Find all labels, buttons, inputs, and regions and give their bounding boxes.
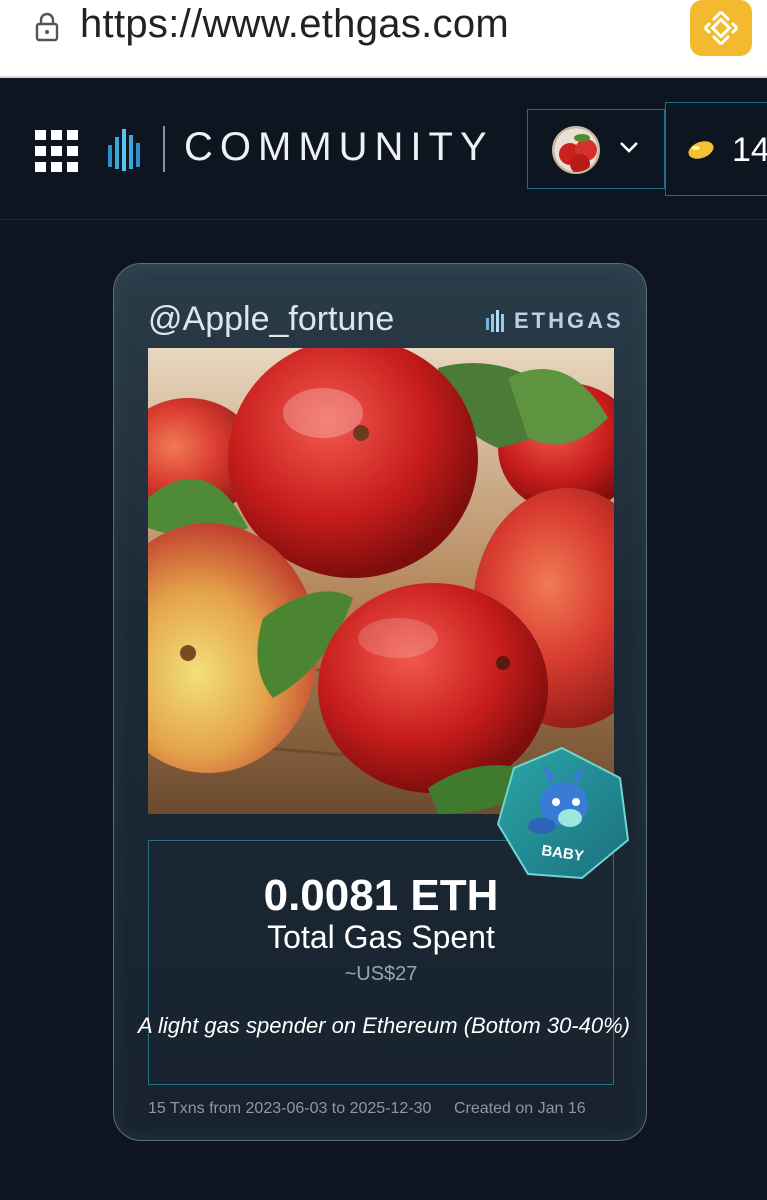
gas-rank-description: A light gas spender on Ethereum (Bottom … <box>137 1013 630 1038</box>
ethgas-bars-icon <box>486 310 504 332</box>
binance-extension-button[interactable] <box>690 0 752 56</box>
ethgas-brand-text: ETHGAS <box>514 308 624 333</box>
total-gas-label: Total Gas Spent <box>267 919 495 955</box>
gas-profile-card: @Apple_fortune ETHGAS 0.0081 ETH Total G… <box>113 263 647 1141</box>
url-text[interactable]: https://www.ethgas.com <box>80 2 509 47</box>
lock-icon <box>35 12 59 42</box>
account-menu-button[interactable] <box>527 109 665 189</box>
points-button[interactable]: 14 <box>665 102 767 196</box>
binance-icon <box>703 10 739 46</box>
chevron-down-icon <box>620 142 638 153</box>
created-date: Created on Jan 16 <box>454 1100 586 1117</box>
transaction-range: 15 Txns from 2023-06-03 to 2025-12-30 <box>148 1100 432 1117</box>
browser-url-bar[interactable]: https://www.ethgas.com <box>0 0 767 78</box>
avatar <box>552 126 600 174</box>
page-title: COMMUNITY <box>184 125 494 169</box>
total-gas-usd: ~US$27 <box>344 963 418 985</box>
header-divider <box>163 126 165 172</box>
baby-badge: BABY <box>496 746 630 880</box>
ethgas-logo: ETHGAS <box>486 308 624 334</box>
user-handle: @Apple_fortune <box>148 300 395 338</box>
apps-grid-icon[interactable] <box>35 130 79 172</box>
points-value: 14 <box>732 131 767 169</box>
bean-icon <box>688 141 714 159</box>
ethgas-bars-icon[interactable] <box>108 127 144 171</box>
